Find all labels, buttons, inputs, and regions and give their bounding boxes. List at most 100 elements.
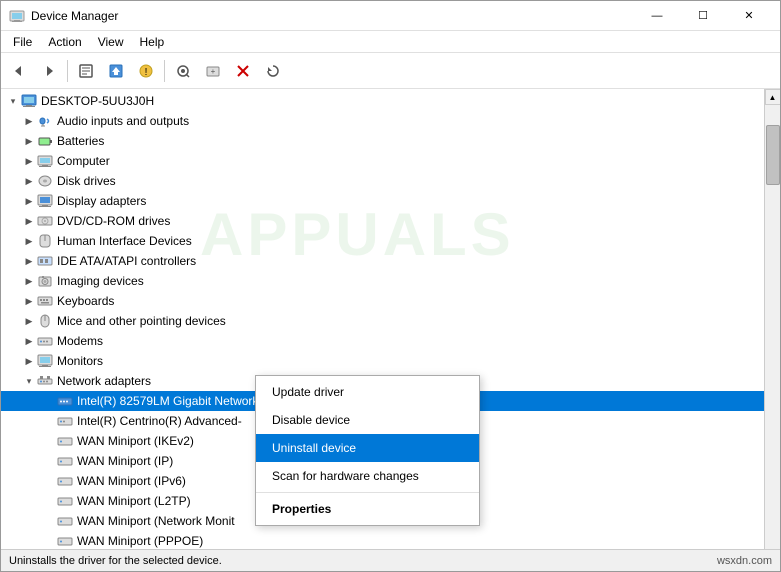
ctx-update-driver[interactable]: Update driver (256, 378, 479, 406)
forward-icon (41, 63, 57, 79)
toolbar-back[interactable] (5, 57, 33, 85)
status-bar: Uninstalls the driver for the selected d… (1, 549, 780, 571)
batteries-icon (37, 133, 53, 149)
network-label: Network adapters (57, 374, 151, 388)
audio-expand[interactable]: ▶ (21, 113, 37, 129)
disable-icon: ! (138, 63, 154, 79)
title-bar: Device Manager — ☐ ✕ (1, 1, 780, 31)
batteries-expand[interactable]: ▶ (21, 133, 37, 149)
tree-modems[interactable]: ▶ Modems (1, 331, 764, 351)
ctx-scan-changes[interactable]: Scan for hardware changes (256, 462, 479, 490)
wan-icon-2 (57, 453, 73, 469)
menu-help[interactable]: Help (132, 33, 173, 51)
toolbar-update-driver[interactable] (102, 57, 130, 85)
mice-label: Mice and other pointing devices (57, 314, 226, 328)
remove-icon (235, 63, 251, 79)
batteries-label: Batteries (57, 134, 104, 148)
menu-bar: File Action View Help (1, 31, 780, 53)
menu-file[interactable]: File (5, 33, 40, 51)
ctx-properties-label: Properties (272, 502, 331, 516)
network-expand[interactable]: ▾ (21, 373, 37, 389)
context-menu: Update driver Disable device Uninstall d… (255, 375, 480, 526)
imaging-expand[interactable]: ▶ (21, 273, 37, 289)
menu-view[interactable]: View (90, 33, 132, 51)
toolbar-sep-2 (164, 60, 165, 82)
dvd-expand[interactable]: ▶ (21, 213, 37, 229)
properties-icon (78, 63, 94, 79)
tree-display[interactable]: ▶ Display adapters (1, 191, 764, 211)
toolbar-remove[interactable] (229, 57, 257, 85)
root-label: DESKTOP-5UU3J0H (41, 94, 154, 108)
diskdrives-expand[interactable]: ▶ (21, 173, 37, 189)
netcard-icon (57, 393, 73, 409)
minimize-button[interactable]: — (634, 1, 680, 31)
maximize-button[interactable]: ☐ (680, 1, 726, 31)
toolbar-scan[interactable] (169, 57, 197, 85)
ide-expand[interactable]: ▶ (21, 253, 37, 269)
mouse-icon (37, 313, 53, 329)
toolbar-refresh[interactable] (259, 57, 287, 85)
toolbar-disable[interactable]: ! (132, 57, 160, 85)
title-controls: — ☐ ✕ (634, 1, 772, 31)
ctx-disable-device[interactable]: Disable device (256, 406, 479, 434)
toolbar-add-legacy[interactable]: + (199, 57, 227, 85)
close-button[interactable]: ✕ (726, 1, 772, 31)
hid-expand[interactable]: ▶ (21, 233, 37, 249)
keyboards-expand[interactable]: ▶ (21, 293, 37, 309)
network-icon (37, 373, 53, 389)
tree-batteries[interactable]: ▶ Batteries (1, 131, 764, 151)
computer-expand[interactable]: ▶ (21, 153, 37, 169)
mice-expand[interactable]: ▶ (21, 313, 37, 329)
dvd-label: DVD/CD-ROM drives (57, 214, 170, 228)
tree-dvd[interactable]: ▶ DVD/CD-ROM drives (1, 211, 764, 231)
back-icon (11, 63, 27, 79)
wan-ipv6-label: WAN Miniport (IPv6) (77, 474, 186, 488)
modem-icon (37, 333, 53, 349)
wan-pppoe-label: WAN Miniport (PPPOE) (77, 534, 203, 548)
tree-wan-pppoe[interactable]: ▶ WAN Miniport (PPPOE) (1, 531, 764, 549)
tree-mice[interactable]: ▶ Mice and other pointing devices (1, 311, 764, 331)
tree-ide[interactable]: ▶ IDE ATA/ATAPI controllers (1, 251, 764, 271)
scroll-thumb[interactable] (766, 125, 780, 185)
tree-keyboards[interactable]: ▶ Keyboards (1, 291, 764, 311)
toolbar-sep-1 (67, 60, 68, 82)
ide-label: IDE ATA/ATAPI controllers (57, 254, 196, 268)
wan-netmon-label: WAN Miniport (Network Monit (77, 514, 235, 528)
tree-computer[interactable]: ▶ Computer (1, 151, 764, 171)
display-expand[interactable]: ▶ (21, 193, 37, 209)
intelcentrino-label: Intel(R) Centrino(R) Advanced- (77, 414, 242, 428)
modems-label: Modems (57, 334, 103, 348)
root-expand[interactable]: ▾ (5, 93, 21, 109)
scan-icon (175, 63, 191, 79)
tree-diskdrives[interactable]: ▶ Disk drives (1, 171, 764, 191)
svg-text:+: + (211, 67, 216, 76)
scroll-up-arrow[interactable]: ▲ (765, 89, 781, 105)
menu-action[interactable]: Action (40, 33, 89, 51)
toolbar: ! + (1, 53, 780, 89)
tree-monitors[interactable]: ▶ Monitors (1, 351, 764, 371)
ctx-uninstall-device-label: Uninstall device (272, 441, 356, 455)
dvd-icon (37, 213, 53, 229)
ctx-scan-changes-label: Scan for hardware changes (272, 469, 419, 483)
tree-hid[interactable]: ▶ Human Interface Devices (1, 231, 764, 251)
ctx-separator (256, 492, 479, 493)
monitors-expand[interactable]: ▶ (21, 353, 37, 369)
keyboards-label: Keyboards (57, 294, 114, 308)
hid-icon (37, 233, 53, 249)
tree-audio[interactable]: ▶ Audio inputs and outputs (1, 111, 764, 131)
computer-node-icon (37, 153, 53, 169)
tree-root[interactable]: ▾ DESKTOP-5UU3J0H (1, 91, 764, 111)
display-icon (37, 193, 53, 209)
vertical-scrollbar[interactable]: ▲ (764, 89, 780, 549)
computer-icon (21, 93, 37, 109)
ide-icon (37, 253, 53, 269)
ctx-properties[interactable]: Properties (256, 495, 479, 523)
tree-imaging[interactable]: ▶ Imaging devices (1, 271, 764, 291)
ctx-disable-device-label: Disable device (272, 413, 350, 427)
modems-expand[interactable]: ▶ (21, 333, 37, 349)
toolbar-forward[interactable] (35, 57, 63, 85)
ctx-uninstall-device[interactable]: Uninstall device (256, 434, 479, 462)
wan-icon-4 (57, 493, 73, 509)
toolbar-properties[interactable] (72, 57, 100, 85)
audio-icon (37, 113, 53, 129)
